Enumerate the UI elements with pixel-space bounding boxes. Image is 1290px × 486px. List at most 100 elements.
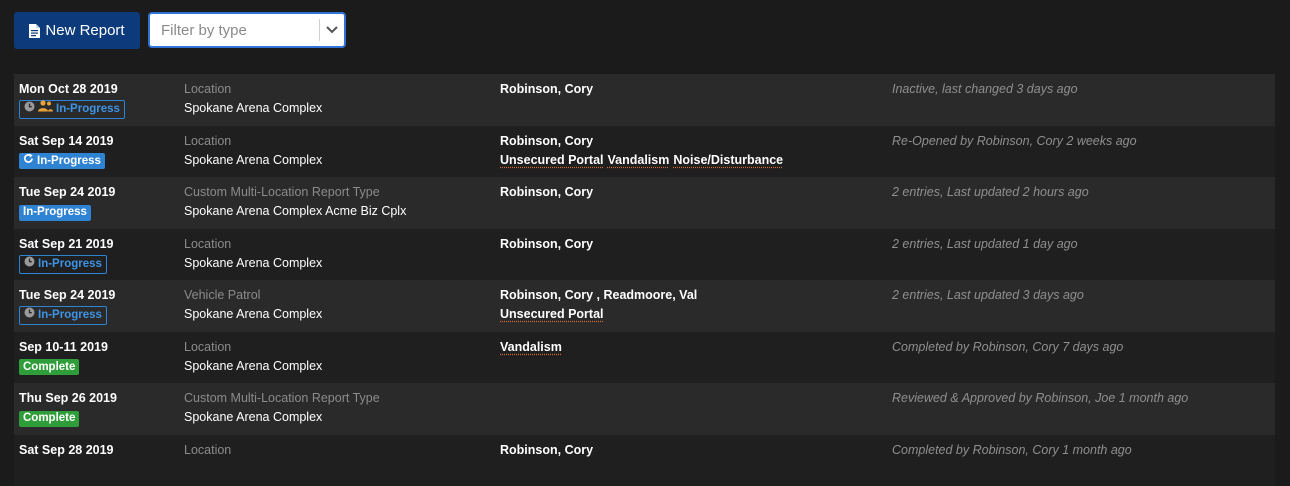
- location-name: Spokane Arena Complex: [184, 357, 322, 376]
- location-name: Spokane Arena Complex: [184, 408, 380, 427]
- date-cell: Sat Sep 28 2019: [19, 441, 114, 460]
- status-badge: In-Progress: [19, 255, 107, 274]
- report-date: Tue Sep 24 2019: [19, 183, 115, 202]
- status-cell: Completed by Robinson, Cory 1 month ago: [892, 441, 1132, 460]
- report-date: Tue Sep 24 2019: [19, 286, 115, 305]
- location-name: Spokane Arena Complex: [184, 305, 322, 324]
- location-name: Spokane Arena Complex: [184, 151, 322, 170]
- status-cell: Re-Opened by Robinson, Cory 2 weeks ago: [892, 132, 1137, 151]
- report-row[interactable]: Sat Sep 14 2019In-Progress LocationSpokan…: [14, 126, 1275, 178]
- assigned-people[interactable]: Robinson, Cory: [500, 183, 593, 202]
- report-row[interactable]: Sat Sep 21 2019In-Progress LocationSpokan…: [14, 229, 1275, 281]
- document-icon: [29, 24, 40, 38]
- people-cell: Robinson, Cory: [500, 235, 593, 254]
- status-badge-label: In-Progress: [23, 203, 87, 222]
- location-name: Spokane Arena Complex Acme Biz Cplx: [184, 202, 406, 221]
- type-cell: Custom Multi-Location Report TypeSpokane…: [184, 183, 406, 221]
- type-cell: LocationSpokane Arena Complex: [184, 338, 322, 376]
- incident-tag[interactable]: Unsecured Portal: [500, 153, 604, 167]
- status-cell: 2 entries, Last updated 2 hours ago: [892, 183, 1089, 202]
- report-type: Location: [184, 338, 322, 357]
- status-text: 2 entries, Last updated 1 day ago: [892, 235, 1078, 254]
- status-cell: 2 entries, Last updated 1 day ago: [892, 235, 1078, 254]
- incident-tag[interactable]: Unsecured Portal: [500, 307, 604, 321]
- status-badge-label: In-Progress: [38, 306, 102, 325]
- report-date: Sep 10-11 2019: [19, 338, 108, 357]
- date-cell: Sep 10-11 2019Complete: [19, 338, 108, 376]
- status-text: Completed by Robinson, Cory 7 days ago: [892, 338, 1123, 357]
- report-date: Sat Sep 21 2019: [19, 235, 114, 254]
- assigned-people[interactable]: Robinson, Cory: [500, 80, 593, 99]
- incident-tags: Unsecured Portal VandalismNoise/Disturban…: [500, 151, 787, 170]
- people-cell: Robinson, Cory: [500, 441, 593, 460]
- date-cell: Sat Sep 14 2019In-Progress: [19, 132, 114, 170]
- report-type: Location: [184, 80, 322, 99]
- report-row[interactable]: Thu Sep 26 2019 Complete Custom Multi-Loca…: [14, 383, 1275, 435]
- report-row[interactable]: Sat Sep 28 2019 Location Robinson, Cory Com…: [14, 435, 1275, 486]
- report-date: Mon Oct 28 2019: [19, 80, 125, 99]
- report-row[interactable]: Mon Oct 28 2019In-Progress LocationSpokan…: [14, 74, 1275, 126]
- assigned-people[interactable]: Robinson, Cory , Readmoore, Val: [500, 286, 697, 305]
- assigned-people[interactable]: Robinson, Cory: [500, 132, 787, 151]
- toolbar: New Report: [14, 12, 346, 50]
- status-badge: Complete: [19, 411, 79, 427]
- status-badge-label: In-Progress: [37, 152, 101, 171]
- date-cell: Mon Oct 28 2019In-Progress: [19, 80, 125, 119]
- assigned-people[interactable]: Robinson, Cory: [500, 235, 593, 254]
- reports-list: Mon Oct 28 2019In-ProgressLocationSpokan…: [14, 74, 1275, 486]
- clock-icon: [24, 255, 35, 274]
- incident-tags: Unsecured Portal: [500, 305, 697, 324]
- report-type: Location: [184, 132, 322, 151]
- status-badge-label: In-Progress: [56, 100, 120, 119]
- incident-tag[interactable]: Vandalism: [608, 153, 670, 167]
- location-name: Spokane Arena Complex: [184, 254, 322, 273]
- people-cell: Robinson, Cory: [500, 183, 593, 202]
- status-cell: Reviewed & Approved by Robinson, Joe 1 m…: [892, 389, 1188, 408]
- status-badge-label: In-Progress: [38, 255, 102, 274]
- report-row[interactable]: Tue Sep 24 2019In-Progress Custom Multi-L…: [14, 177, 1275, 229]
- status-text: 2 entries, Last updated 3 days ago: [892, 286, 1084, 305]
- filter-input[interactable]: [159, 14, 319, 46]
- status-text: Completed by Robinson, Cory 1 month ago: [892, 441, 1132, 460]
- status-badge: In-Progress: [19, 306, 107, 325]
- report-row[interactable]: Sep 10-11 2019Complete LocationSpokane Ar…: [14, 332, 1275, 384]
- new-report-button[interactable]: New Report: [14, 12, 140, 49]
- report-date: Thu Sep 26 2019: [19, 389, 117, 408]
- status-text: Re-Opened by Robinson, Cory 2 weeks ago: [892, 132, 1137, 151]
- filter-by-type-select[interactable]: [148, 12, 346, 48]
- date-cell: Thu Sep 26 2019 Complete: [19, 389, 117, 427]
- date-cell: Tue Sep 24 2019In-Progress: [19, 286, 115, 325]
- report-row[interactable]: Tue Sep 24 2019In-Progress Vehicle Patrol…: [14, 280, 1275, 332]
- report-type: Custom Multi-Location Report Type: [184, 389, 380, 408]
- status-text: Inactive, last changed 3 days ago: [892, 80, 1078, 99]
- people-cell: Robinson, Cory: [500, 80, 593, 99]
- assigned-people[interactable]: Robinson, Cory: [500, 441, 593, 460]
- location-name: Spokane Arena Complex: [184, 99, 322, 118]
- report-type: Location: [184, 441, 231, 460]
- incident-tag[interactable]: Vandalism: [500, 340, 562, 354]
- people-cell: Robinson, Cory , Readmoore, Val Unsecured…: [500, 286, 697, 324]
- status-badge: In-Progress: [19, 205, 91, 221]
- clock-icon: [24, 100, 35, 119]
- report-type: Location: [184, 235, 322, 254]
- type-cell: Vehicle PatrolSpokane Arena Complex: [184, 286, 322, 324]
- people-cell: Vandalism: [500, 338, 566, 357]
- report-type: Vehicle Patrol: [184, 286, 322, 305]
- date-cell: Tue Sep 24 2019In-Progress: [19, 183, 115, 221]
- status-text: Reviewed & Approved by Robinson, Joe 1 m…: [892, 389, 1188, 408]
- status-badge-label: Complete: [23, 358, 75, 377]
- type-cell: LocationSpokane Arena Complex: [184, 80, 322, 118]
- status-badge: In-Progress: [19, 153, 105, 169]
- incident-tag[interactable]: Noise/Disturbance: [673, 153, 783, 167]
- status-text: 2 entries, Last updated 2 hours ago: [892, 183, 1089, 202]
- date-cell: Sat Sep 21 2019In-Progress: [19, 235, 114, 274]
- assign-user-icon: [38, 100, 53, 119]
- people-cell: Robinson, Cory Unsecured Portal VandalismN…: [500, 132, 787, 170]
- status-badge: In-Progress: [19, 100, 125, 119]
- clock-icon: [24, 306, 35, 325]
- new-report-label: New Report: [45, 22, 124, 39]
- chevron-down-icon[interactable]: [320, 26, 344, 34]
- type-cell: Custom Multi-Location Report TypeSpokane…: [184, 389, 380, 427]
- type-cell: LocationSpokane Arena Complex: [184, 235, 322, 273]
- report-date: Sat Sep 14 2019: [19, 132, 114, 151]
